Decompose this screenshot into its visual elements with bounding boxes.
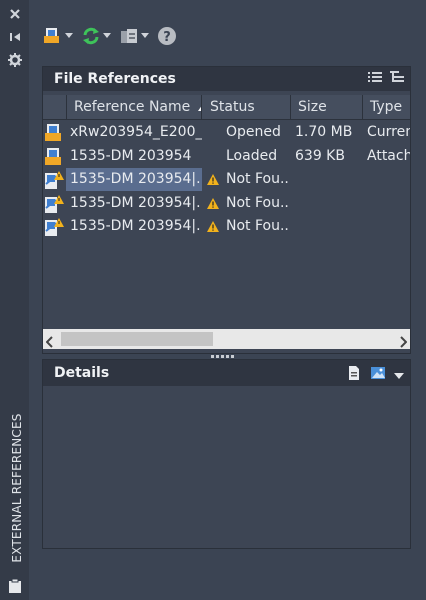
status-text: Not Fou...	[226, 218, 290, 234]
table-row[interactable]: 1535-DM 203954|... Not Fou...	[43, 192, 410, 215]
missing-reference-icon	[44, 217, 64, 237]
column-headers: Reference Name Status Size Type	[43, 95, 410, 120]
column-header-reference-name[interactable]: Reference Name	[67, 95, 202, 119]
dwg-host-icon	[44, 123, 64, 143]
warning-icon	[207, 192, 221, 215]
scroll-left-icon[interactable]	[45, 333, 54, 352]
gear-icon[interactable]	[6, 52, 24, 68]
size-text: 1.70 MB	[295, 124, 353, 140]
column-header-size[interactable]: Size	[292, 95, 363, 119]
warning-icon	[207, 168, 221, 191]
table-row[interactable]: 1535-DM 203954|... Not Fou...	[43, 168, 410, 191]
size-text: 639 KB	[295, 148, 345, 164]
column-header-label: Reference Name	[74, 99, 191, 115]
table-row[interactable]: xRw203954_E200_... Opened 1.70 MB Curren	[43, 121, 410, 144]
status-text: Loaded	[226, 148, 278, 164]
close-icon[interactable]	[6, 6, 24, 22]
missing-reference-icon	[44, 194, 64, 214]
dwg-attach-icon	[44, 147, 64, 167]
status-text: Not Fou...	[226, 171, 290, 187]
preview-icon[interactable]	[370, 365, 386, 385]
details-chevron-down-icon[interactable]	[394, 367, 404, 383]
reference-name: xRw203954_E200_...	[70, 124, 202, 140]
reference-name: 1535-DM 203954	[70, 148, 192, 164]
tree-view-icon[interactable]	[390, 71, 404, 87]
horizontal-scrollbar[interactable]	[43, 329, 410, 349]
palette-title: EXTERNAL REFERENCES	[10, 413, 24, 563]
reference-name: 1535-DM 203954|...	[70, 218, 202, 234]
path-dropdown-chevron-down-icon[interactable]	[140, 25, 150, 47]
sort-ascending-icon	[197, 106, 201, 111]
list-view-icon[interactable]	[368, 71, 382, 87]
details-view-icon[interactable]	[346, 365, 362, 385]
status-text: Opened	[226, 124, 281, 140]
refresh-dropdown-chevron-down-icon[interactable]	[102, 25, 112, 47]
type-text: Attach	[367, 148, 410, 164]
table-row[interactable]: 1535-DM 203954|... Not Fou...	[43, 215, 410, 238]
clipboard-icon[interactable]	[7, 578, 23, 594]
svg-text:?: ?	[163, 30, 171, 45]
refresh-icon[interactable]	[80, 25, 102, 47]
attach-dwg-icon[interactable]	[42, 25, 64, 47]
attach-dropdown-chevron-down-icon[interactable]	[64, 25, 74, 47]
reference-name: 1535-DM 203954|...	[66, 168, 202, 191]
missing-reference-icon	[44, 170, 64, 190]
palette-title-strip: EXTERNAL REFERENCES	[0, 0, 29, 600]
details-title: Details	[54, 365, 110, 381]
auto-hide-icon[interactable]	[6, 29, 24, 45]
file-references-title: File References	[54, 71, 176, 87]
status-text: Not Fou...	[226, 195, 290, 211]
details-panel: Details	[42, 359, 411, 549]
type-text: Curren	[367, 124, 410, 140]
file-references-header[interactable]: File References	[43, 67, 410, 91]
warning-icon	[207, 215, 221, 238]
file-references-panel: File References Reference Name Status Si…	[42, 66, 411, 358]
reference-name: 1535-DM 203954|...	[70, 195, 202, 211]
scroll-right-icon[interactable]	[399, 333, 408, 352]
column-header-status[interactable]: Status	[203, 95, 291, 119]
details-header[interactable]: Details	[43, 360, 410, 386]
scrollbar-thumb[interactable]	[61, 332, 213, 346]
toolbar: ?	[42, 22, 178, 50]
column-header-type[interactable]: Type	[364, 95, 410, 119]
icon-column-header	[43, 95, 67, 119]
change-path-icon[interactable]	[118, 25, 140, 47]
panel-splitter-handle[interactable]	[211, 355, 234, 358]
help-icon[interactable]: ?	[156, 25, 178, 47]
table-row[interactable]: 1535-DM 203954 Loaded 639 KB Attach	[43, 145, 410, 168]
